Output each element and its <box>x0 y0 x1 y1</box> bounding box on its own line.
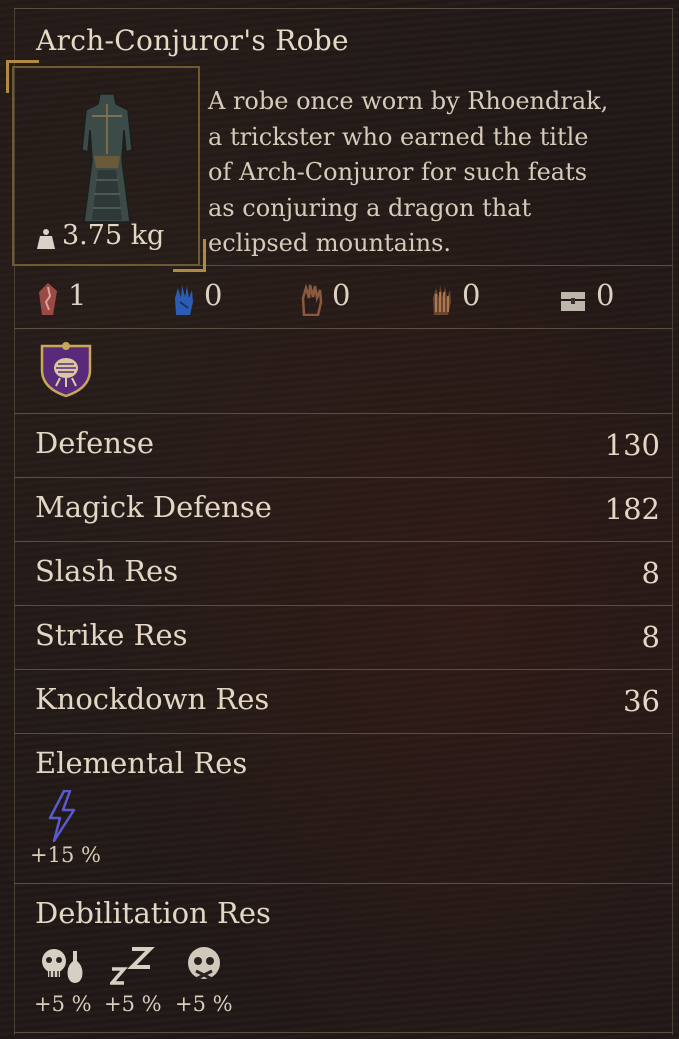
lightning-icon <box>48 790 76 842</box>
divider <box>14 669 673 670</box>
description-line: A robe once worn by Rhoendrak, <box>208 87 609 115</box>
divider <box>14 477 673 478</box>
brown-hand-icon <box>301 283 323 316</box>
robe-armor-icon <box>81 93 133 223</box>
divider <box>14 328 673 329</box>
slot-value: 0 <box>596 278 615 312</box>
stat-label-magick-defense: Magick Defense <box>35 490 272 524</box>
item-weight: 3.75 kg <box>62 220 165 251</box>
description-line: of Arch-Conjuror for such feats <box>208 158 588 186</box>
elemental-res-value: +15 % <box>30 843 101 867</box>
divider <box>14 413 673 414</box>
item-description: A robe once worn by Rhoendrak, a trickst… <box>208 84 668 262</box>
stat-value-knockdown-res: 36 <box>623 684 660 718</box>
debilitation-res-value: +5 % <box>104 992 162 1016</box>
debilitation-res-value: +5 % <box>175 992 233 1016</box>
item-name: Arch-Conjuror's Robe <box>36 24 349 57</box>
weight-icon <box>37 229 55 249</box>
stat-label-defense: Defense <box>35 426 155 460</box>
divider <box>14 541 673 542</box>
silence-skull-icon <box>188 947 220 981</box>
description-line: a trickster who earned the title <box>208 122 589 151</box>
debilitation-res-heading: Debilitation Res <box>35 896 271 930</box>
striped-hand-icon <box>433 285 451 315</box>
description-line: as conjuring a dragon that <box>208 193 532 222</box>
stat-value-strike-res: 8 <box>641 620 660 654</box>
mage-vocation-crest-icon <box>40 342 92 398</box>
divider <box>14 8 673 9</box>
rift-crystal-icon <box>39 283 57 315</box>
elemental-res-heading: Elemental Res <box>35 746 248 780</box>
stat-label-slash-res: Slash Res <box>35 554 179 588</box>
stat-label-strike-res: Strike Res <box>35 618 188 652</box>
divider <box>14 1032 673 1033</box>
sleep-icon <box>110 947 155 985</box>
blue-hand-icon <box>175 285 193 315</box>
slot-value: 1 <box>68 278 87 312</box>
chest-icon <box>561 292 585 311</box>
ornament-corner <box>6 60 39 93</box>
ornament-corner <box>173 239 206 272</box>
item-portrait: 3.75 kg <box>6 60 206 272</box>
slot-value: 0 <box>204 278 223 312</box>
debilitation-res-value: +5 % <box>34 992 92 1016</box>
divider <box>14 605 673 606</box>
divider <box>14 883 673 884</box>
stat-label-knockdown-res: Knockdown Res <box>35 682 270 716</box>
stat-value-slash-res: 8 <box>641 556 660 590</box>
slot-value: 0 <box>462 278 481 312</box>
stat-value-magick-defense: 182 <box>604 492 660 526</box>
poison-skull-icon <box>42 949 83 983</box>
stat-value-defense: 130 <box>604 428 660 462</box>
divider <box>14 733 673 734</box>
item-tooltip-panel: Arch-Conjuror's Robe 3.75 kg A robe once… <box>0 0 679 1039</box>
description-line: eclipsed mountains. <box>208 229 452 257</box>
slot-value: 0 <box>332 278 351 312</box>
